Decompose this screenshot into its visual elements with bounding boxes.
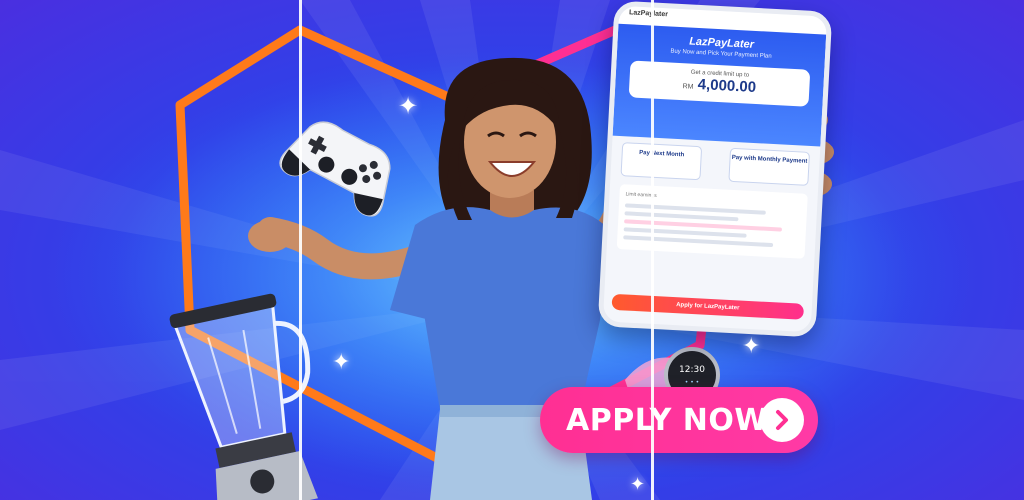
- credit-currency: RM: [682, 83, 694, 91]
- promo-banner: 12:30 • • • LazPaylater LazPayLater Buy …: [0, 0, 1024, 500]
- credit-value: 4,000.00: [697, 75, 757, 97]
- divider-line: [651, 0, 654, 500]
- phone-apply-button[interactable]: Apply for LazPayLater: [611, 293, 805, 320]
- apply-now-label: APPLY NOW: [566, 402, 769, 438]
- credit-limit-card: Get a credit limit up to RM 4,000.00: [628, 60, 811, 107]
- sparkle-icon: ✦: [630, 474, 646, 495]
- chevron-right-icon: [760, 398, 804, 442]
- phone-mockup: LazPaylater LazPayLater Buy Now and Pick…: [597, 0, 833, 338]
- sparkle-icon: ✦: [398, 92, 419, 120]
- divider-line: [299, 0, 302, 500]
- phone-details-section: Limit earnings: [616, 184, 808, 259]
- plan-option-next-month[interactable]: Pay Next Month: [620, 142, 703, 181]
- plan-option-monthly[interactable]: Pay with Monthly Payment: [728, 147, 811, 186]
- phone-hero: LazPayLater Buy Now and Pick Your Paymen…: [612, 23, 827, 147]
- plan-row: Pay Next Month Pay with Monthly Payment: [620, 142, 811, 186]
- apply-now-button[interactable]: APPLY NOW: [540, 387, 818, 453]
- sparkle-icon: ✦: [742, 334, 761, 359]
- sparkle-icon: ✦: [332, 350, 351, 375]
